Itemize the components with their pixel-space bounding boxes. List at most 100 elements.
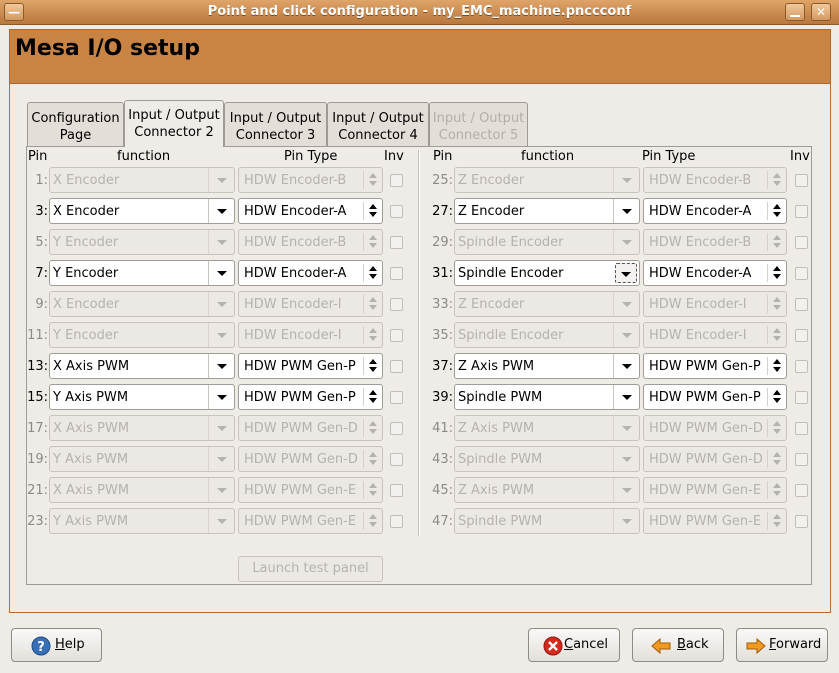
function-combobox[interactable]: Y Encoder [49, 229, 235, 255]
invert-checkbox[interactable] [795, 329, 808, 342]
help-button[interactable]: ? Help [11, 628, 102, 662]
pin-type-selector[interactable]: HDW Encoder-I [238, 322, 383, 348]
dropdown-arrow-icon[interactable] [613, 354, 639, 378]
up-down-arrows-icon[interactable] [772, 265, 782, 281]
up-down-arrows-icon[interactable] [772, 296, 782, 312]
tab-connector-2[interactable]: Input / Output Connector 2 [124, 100, 224, 147]
dropdown-arrow-icon[interactable] [208, 447, 234, 471]
pin-type-selector[interactable]: HDW PWM Gen-P [238, 384, 383, 410]
function-combobox[interactable]: Z Encoder [454, 198, 640, 224]
function-combobox[interactable]: Spindle PWM [454, 508, 640, 534]
dropdown-arrow-icon[interactable] [208, 292, 234, 316]
function-combobox[interactable]: Spindle PWM [454, 384, 640, 410]
invert-checkbox[interactable] [390, 515, 403, 528]
function-combobox[interactable]: Z Axis PWM [454, 353, 640, 379]
up-down-arrows-icon[interactable] [772, 234, 782, 250]
cancel-button[interactable]: Cancel [528, 628, 620, 662]
invert-checkbox[interactable] [390, 360, 403, 373]
dropdown-arrow-icon[interactable] [208, 385, 234, 409]
invert-checkbox[interactable] [795, 174, 808, 187]
up-down-arrows-icon[interactable] [772, 327, 782, 343]
invert-checkbox[interactable] [390, 205, 403, 218]
up-down-arrows-icon[interactable] [368, 358, 378, 374]
pin-type-selector[interactable]: HDW Encoder-B [643, 229, 787, 255]
function-combobox[interactable]: Spindle Encoder [454, 260, 640, 286]
invert-checkbox[interactable] [390, 453, 403, 466]
function-combobox[interactable]: X Axis PWM [49, 353, 235, 379]
pin-type-selector[interactable]: HDW PWM Gen-E [643, 508, 787, 534]
pin-type-selector[interactable]: HDW PWM Gen-E [238, 477, 383, 503]
up-down-arrows-icon[interactable] [368, 482, 378, 498]
function-combobox[interactable]: X Encoder [49, 291, 235, 317]
pin-type-selector[interactable]: HDW PWM Gen-P [643, 384, 787, 410]
invert-checkbox[interactable] [390, 329, 403, 342]
dropdown-arrow-icon[interactable] [613, 478, 639, 502]
function-combobox[interactable]: Spindle Encoder [454, 229, 640, 255]
tab-connector-4[interactable]: Input / Output Connector 4 [327, 102, 429, 146]
pin-type-selector[interactable]: HDW Encoder-B [238, 167, 383, 193]
minimize-icon[interactable] [785, 3, 805, 21]
pin-type-selector[interactable]: HDW PWM Gen-D [238, 446, 383, 472]
dropdown-arrow-icon[interactable] [208, 354, 234, 378]
function-combobox[interactable]: Y Axis PWM [49, 446, 235, 472]
function-combobox[interactable]: Y Axis PWM [49, 384, 235, 410]
pin-type-selector[interactable]: HDW Encoder-A [643, 260, 787, 286]
pin-type-selector[interactable]: HDW Encoder-I [643, 322, 787, 348]
invert-checkbox[interactable] [795, 360, 808, 373]
function-combobox[interactable]: X Encoder [49, 198, 235, 224]
pin-type-selector[interactable]: HDW PWM Gen-P [643, 353, 787, 379]
dropdown-arrow-icon[interactable] [613, 230, 639, 254]
tab-connector-5[interactable]: Input / Output Connector 5 [429, 102, 528, 146]
window-title-bar[interactable]: — Point and click configuration - my_EMC… [0, 0, 839, 25]
invert-checkbox[interactable] [795, 453, 808, 466]
pin-type-selector[interactable]: HDW PWM Gen-D [643, 415, 787, 441]
dropdown-arrow-icon[interactable] [613, 447, 639, 471]
invert-checkbox[interactable] [390, 298, 403, 311]
function-combobox[interactable]: Y Encoder [49, 322, 235, 348]
invert-checkbox[interactable] [795, 267, 808, 280]
up-down-arrows-icon[interactable] [368, 203, 378, 219]
dropdown-arrow-icon[interactable] [613, 509, 639, 533]
invert-checkbox[interactable] [795, 391, 808, 404]
function-combobox[interactable]: X Axis PWM [49, 477, 235, 503]
invert-checkbox[interactable] [795, 205, 808, 218]
invert-checkbox[interactable] [795, 298, 808, 311]
dropdown-arrow-icon[interactable] [613, 385, 639, 409]
tab-configuration-page[interactable]: Configuration Page [27, 102, 124, 146]
dropdown-arrow-icon[interactable] [208, 416, 234, 440]
dropdown-arrow-icon[interactable] [613, 168, 639, 192]
pin-type-selector[interactable]: HDW PWM Gen-D [643, 446, 787, 472]
function-combobox[interactable]: Spindle PWM [454, 446, 640, 472]
function-combobox[interactable]: X Encoder [49, 167, 235, 193]
dropdown-arrow-icon[interactable] [613, 292, 639, 316]
up-down-arrows-icon[interactable] [772, 172, 782, 188]
pin-type-selector[interactable]: HDW Encoder-A [238, 198, 383, 224]
invert-checkbox[interactable] [390, 484, 403, 497]
dropdown-arrow-icon[interactable] [208, 509, 234, 533]
dropdown-arrow-icon[interactable] [208, 168, 234, 192]
dropdown-arrow-icon[interactable] [613, 323, 639, 347]
pin-type-selector[interactable]: HDW Encoder-B [643, 167, 787, 193]
dropdown-arrow-icon[interactable] [208, 199, 234, 223]
invert-checkbox[interactable] [795, 515, 808, 528]
function-combobox[interactable]: Z Axis PWM [454, 415, 640, 441]
up-down-arrows-icon[interactable] [368, 296, 378, 312]
pin-type-selector[interactable]: HDW Encoder-I [238, 291, 383, 317]
pin-type-selector[interactable]: HDW PWM Gen-E [238, 508, 383, 534]
invert-checkbox[interactable] [390, 422, 403, 435]
invert-checkbox[interactable] [795, 422, 808, 435]
dropdown-arrow-icon[interactable] [208, 323, 234, 347]
function-combobox[interactable]: Z Encoder [454, 167, 640, 193]
invert-checkbox[interactable] [390, 391, 403, 404]
forward-button[interactable]: Forward [736, 628, 828, 662]
up-down-arrows-icon[interactable] [368, 234, 378, 250]
invert-checkbox[interactable] [795, 236, 808, 249]
pin-type-selector[interactable]: HDW PWM Gen-E [643, 477, 787, 503]
pin-type-selector[interactable]: HDW PWM Gen-P [238, 353, 383, 379]
up-down-arrows-icon[interactable] [368, 451, 378, 467]
up-down-arrows-icon[interactable] [368, 389, 378, 405]
pin-type-selector[interactable]: HDW Encoder-I [643, 291, 787, 317]
up-down-arrows-icon[interactable] [368, 513, 378, 529]
invert-checkbox[interactable] [390, 236, 403, 249]
up-down-arrows-icon[interactable] [368, 420, 378, 436]
